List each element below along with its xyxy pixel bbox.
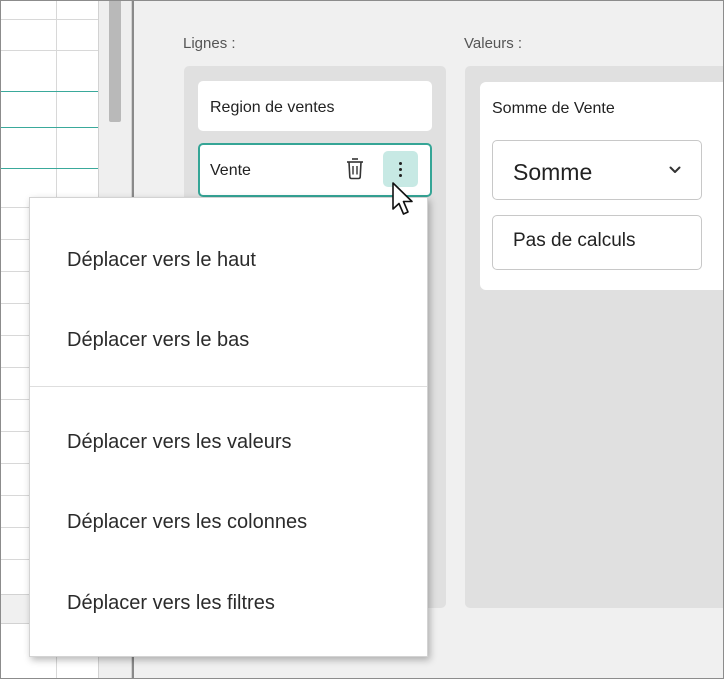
scrollbar-thumb[interactable] (109, 1, 121, 122)
menu-separator (30, 386, 427, 387)
selection-border (1, 127, 98, 128)
value-field-title: Somme de Vente (492, 100, 615, 117)
trash-icon[interactable] (345, 157, 365, 181)
field-label: Region de ventes (210, 99, 335, 116)
menu-item-move-to-values[interactable]: Déplacer vers les valeurs (30, 417, 427, 467)
selection-border (1, 168, 98, 169)
rows-zone-label: Lignes : (183, 35, 236, 52)
selection-border (1, 91, 98, 92)
kebab-dot (399, 168, 402, 171)
menu-item-move-to-filters[interactable]: Déplacer vers les filtres (30, 578, 427, 628)
menu-item-move-to-columns[interactable]: Déplacer vers les colonnes (30, 497, 427, 547)
grid-row-line (1, 19, 98, 20)
grid-row-line (1, 50, 98, 51)
menu-item-move-down[interactable]: Déplacer vers le bas (30, 315, 427, 365)
field-context-menu: Déplacer vers le haut Déplacer vers le b… (29, 197, 428, 657)
aggregation-select[interactable]: Somme (492, 140, 702, 200)
aggregation-value: Somme (513, 159, 593, 185)
kebab-dot (399, 162, 402, 165)
kebab-dot (399, 174, 402, 177)
show-values-as-button[interactable]: Pas de calculs (492, 215, 702, 270)
value-field-card[interactable]: Somme de Vente Somme Pas de calculs (480, 82, 723, 290)
values-zone-label: Valeurs : (464, 35, 523, 52)
chevron-down-icon (669, 163, 681, 175)
mouse-cursor-icon (391, 181, 417, 219)
field-label: Vente (210, 162, 251, 179)
menu-item-move-up[interactable]: Déplacer vers le haut (30, 235, 427, 285)
row-field-region-de-ventes[interactable]: Region de ventes (198, 81, 432, 131)
window-frame: Lignes : Valeurs : Region de ventes Vent… (0, 0, 724, 679)
